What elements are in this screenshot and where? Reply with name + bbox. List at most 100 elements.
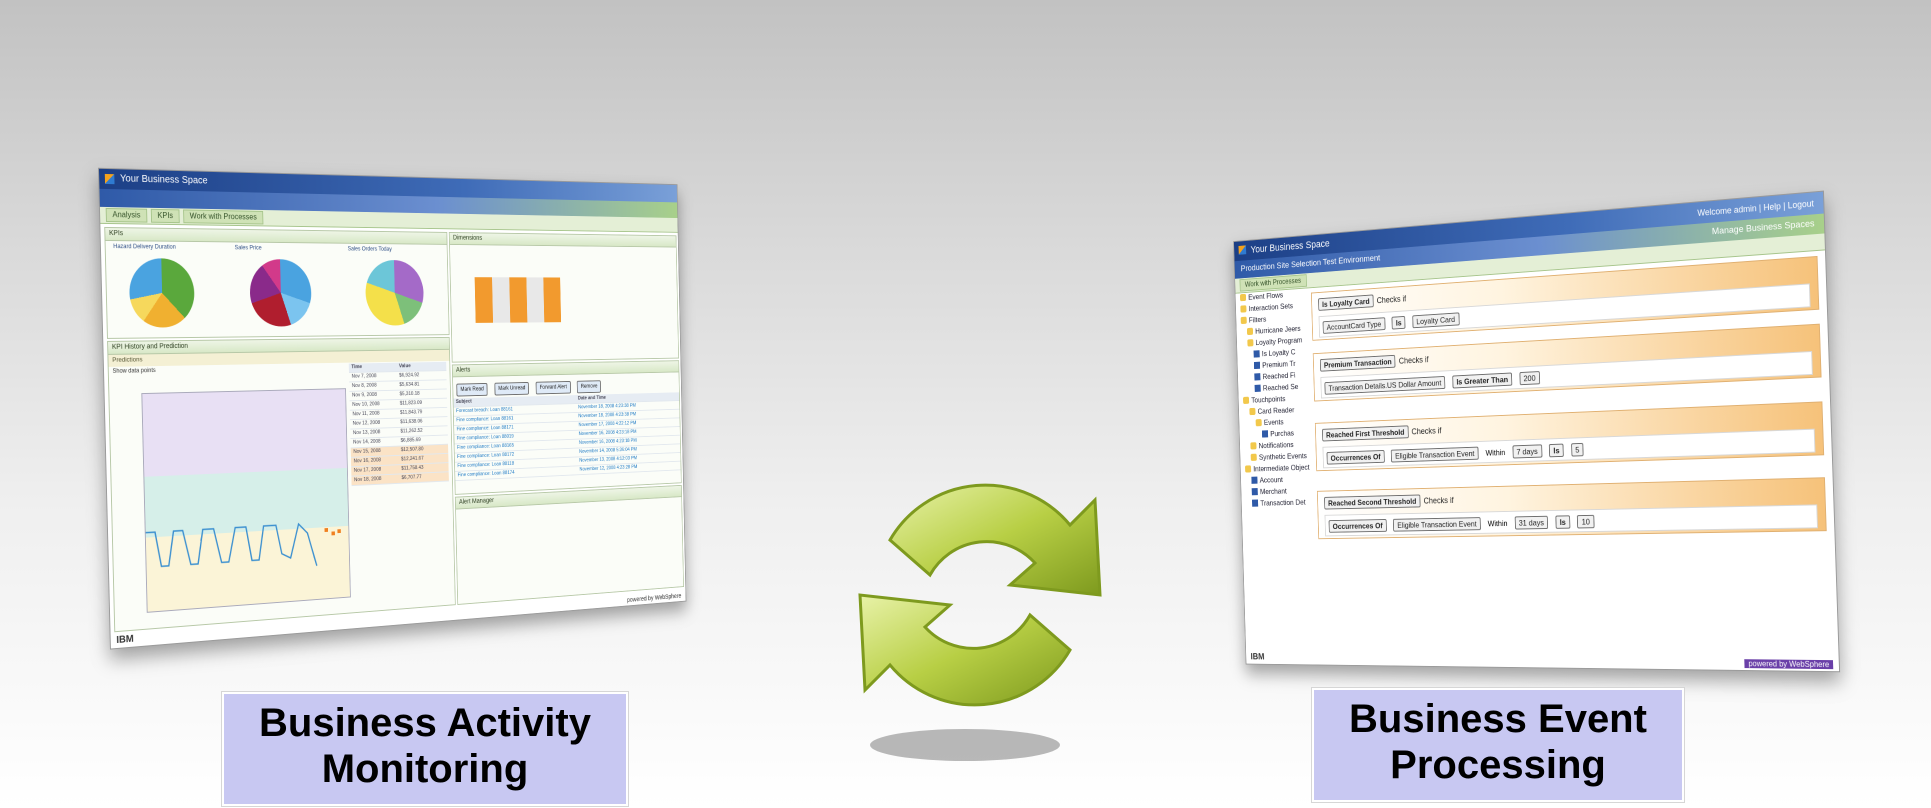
tree-label: Purchas [1270,428,1295,439]
bep-app-title: Your Business Space [1250,238,1330,256]
rule-reached-second-threshold[interactable]: Reached Second Threshold Checks if Occurr… [1316,477,1827,540]
rule-reached-first-threshold[interactable]: Reached First Threshold Checks if Occurre… [1314,401,1825,472]
row-time: Nov 16, 2008 [353,457,382,465]
table-header-value: Value [398,363,411,370]
row-time: Nov 12, 2008 [352,420,381,427]
row-time: Nov 8, 2008 [351,382,377,389]
row-time: Nov 11, 2008 [352,410,380,418]
dimensions-title: Dimensions [449,232,676,248]
document-icon [1253,361,1261,370]
remove-button[interactable]: Remove [576,380,602,394]
kpi-pie-2 [249,259,313,327]
rule-duration[interactable]: 7 days [1512,444,1543,459]
logout-link[interactable]: Logout [1788,198,1814,210]
mark-read-button[interactable]: Mark Read [456,382,488,397]
tree-label: Account [1259,474,1283,485]
tree-label: Hurricane Jeers [1255,323,1301,336]
rule-operator[interactable]: Is [1548,443,1564,458]
folder-icon [1243,396,1250,404]
tree-label: Event Flows [1248,290,1284,302]
rule-name[interactable]: Reached Second Threshold [1324,494,1421,510]
rule-name[interactable]: Premium Transaction [1319,354,1396,372]
bep-footer-brand: IBM [1250,652,1265,663]
row-value: $11,262.52 [400,428,423,435]
alert-col-date: Date and Time [577,395,607,402]
rule-checks: Checks if [1376,293,1407,306]
document-icon [1254,384,1261,392]
tree-label: Card Reader [1257,405,1295,416]
bep-caption-line1: Business Event [1349,697,1647,741]
folder-icon [1239,293,1247,302]
tree-label: Transaction Det [1260,497,1306,508]
bam-app-title: Your Business Space [119,173,208,187]
row-value: $5,634.81 [399,381,420,388]
table-header-time: Time [351,364,363,371]
alert-manager-panel: Alert Manager [454,484,684,605]
row-time: Nov 13, 2008 [352,429,381,437]
rule-field[interactable]: Eligible Transaction Event [1393,517,1481,532]
rule-name[interactable]: Reached First Threshold [1321,425,1409,442]
document-icon [1253,350,1260,358]
rule-operator[interactable]: Is [1555,515,1571,529]
folder-icon [1249,407,1256,416]
presentation-slide: Your Business Space Analysis KPIs Work w… [0,0,1931,808]
row-time: Nov 15, 2008 [353,448,381,455]
help-link[interactable]: Help [1763,201,1781,212]
rule-field[interactable]: AccountCard Type [1322,317,1386,334]
rule-value[interactable]: 10 [1577,514,1595,529]
row-time: Nov 7, 2008 [351,373,377,380]
welcome-label: Welcome admin [1697,203,1757,218]
navigation-tree: Event Flows Interaction Sets Filters Hur… [1239,287,1316,509]
rule-value[interactable]: 5 [1570,442,1584,457]
tree-label: Merchant [1259,486,1287,496]
rule-field[interactable]: Transaction Details.US Dollar Amount [1324,375,1446,395]
pie-title-1: Hazard Delivery Duration [113,244,176,251]
kpi-history-chart [141,388,351,613]
rule-operator[interactable]: Is Greater Than [1452,372,1513,389]
alert-subject: Forecast breach: Loan 88161 [456,406,513,415]
tree-item[interactable]: Transaction Det [1246,496,1316,509]
tab-work-with-processes[interactable]: Work with Processes [183,209,264,225]
rule-function[interactable]: Occurrences Of [1326,449,1385,465]
rule-function[interactable]: Occurrences Of [1328,519,1387,533]
row-value: $11,638.06 [400,418,423,426]
bep-powered-by: powered by WebSphere [1744,659,1834,670]
rule-name[interactable]: Is Loyalty Card [1318,294,1374,311]
alert-subject: Fine compliance: Loan 88172 [457,452,515,460]
tree-label: Reached Fi [1262,370,1296,381]
rule-value[interactable]: 200 [1519,371,1540,386]
bep-caption-line2: Processing [1390,743,1606,787]
alert-col-subject: Subject [455,398,472,405]
row-time: Nov 9, 2008 [351,392,377,399]
bam-caption-line2: Monitoring [321,747,529,791]
row-value: $5,310.18 [399,391,420,398]
alert-date: November 12, 2008 4:23:28 PM [579,464,638,473]
bam-footer-brand: IBM [116,633,134,647]
folder-icon [1240,305,1247,313]
alert-subject: Fine compliance: Loan 88161 [456,415,514,424]
dimensions-bar-chart [474,277,562,323]
cycle-arrows-icon [858,483,1102,761]
alert-subject: Fine compliance: Loan 88118 [457,461,515,470]
folder-icon [1245,465,1252,473]
row-value: $6,924.92 [399,372,420,379]
tab-kpis[interactable]: KPIs [150,208,180,224]
folder-icon [1255,419,1262,427]
bam-caption-line1: Business Activity [259,701,591,745]
tree-label: Is Loyalty C [1261,347,1296,359]
forward-alert-button[interactable]: Forward Alert [535,380,571,395]
rule-field[interactable]: Eligible Transaction Event [1390,446,1479,463]
kpi-panel-title: KPIs [105,227,447,245]
rule-value[interactable]: Loyalty Card [1412,312,1460,329]
tab-analysis[interactable]: Analysis [105,207,148,223]
rule-operator[interactable]: Is [1391,315,1406,330]
tree-label: Intermediate Object [1253,462,1310,474]
rule-checks: Checks if [1423,495,1454,506]
rule-duration[interactable]: 31 days [1514,515,1549,530]
alert-subject: Fine compliance: Loan 88019 [456,433,514,442]
mark-unread-button[interactable]: Mark Unread [494,381,530,396]
bam-powered-by: powered by WebSphere [626,593,682,604]
rule-checks: Checks if [1398,354,1429,366]
alert-subject: Fine compliance: Loan 88171 [456,424,514,433]
row-value: $12,507.80 [400,446,424,453]
